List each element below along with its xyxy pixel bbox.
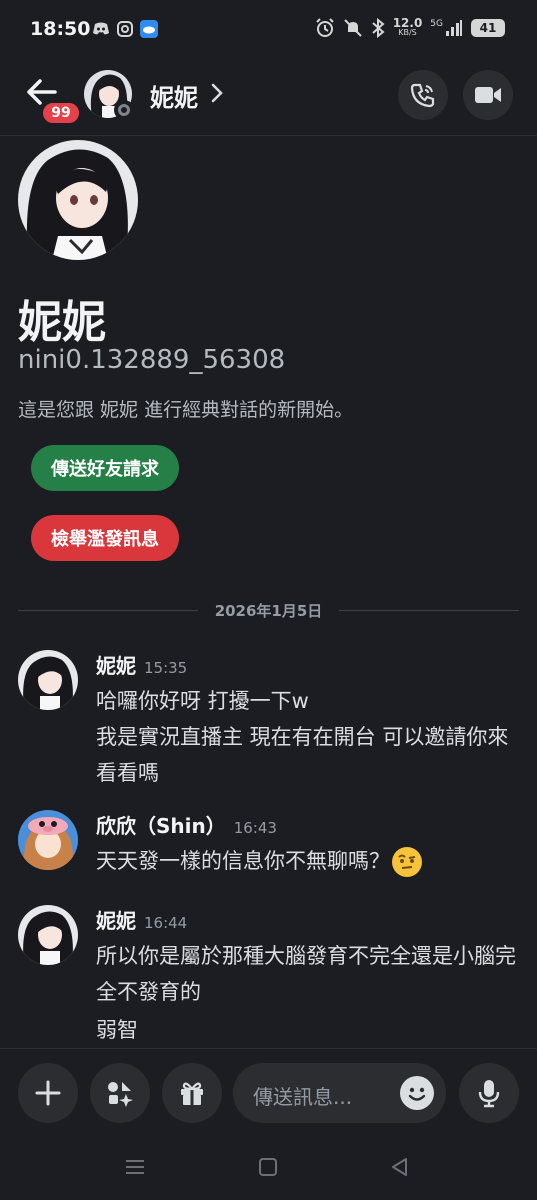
message-avatar[interactable] [18,650,78,710]
message-line: 哈囉你好呀 打擾一下w [96,689,309,713]
net-speed: 12.0 KB/S [392,16,423,38]
apps-icon [108,1082,133,1107]
bluetooth-icon [372,18,385,38]
message-group[interactable]: 妮妮 16:44 所以你是屬於那種大腦發育不完全還是小腦完全不發育的 弱智 [18,905,523,1045]
microphone-icon [478,1080,500,1108]
message-content: 所以你是屬於那種大腦發育不完全還是小腦完全不發育的 弱智 [96,938,526,1048]
apps-button[interactable] [90,1063,150,1123]
video-camera-icon [475,87,501,103]
gift-icon [181,1082,203,1105]
discord-icon [92,20,110,38]
message-timestamp: 16:43 [233,819,277,837]
message-header: 欣欣（Shin） 16:43 [96,810,277,839]
message-line: 我是實況直播主 現在有在開台 可以邀請你來看看嗎 [96,725,509,785]
profile-avatar[interactable] [18,140,138,260]
status-bar: 18:50 12.0 KB/S 5G 41 [0,0,537,62]
triangle-back-icon [392,1158,407,1176]
menu-icon [126,1160,144,1174]
message-author[interactable]: 欣欣（Shin） [96,814,226,838]
alarm-icon [315,18,334,37]
message-input[interactable]: 傳送訊息... [233,1063,446,1123]
dm-screen: 18:50 12.0 KB/S 5G 41 99 妮妮 妮妮 nini0.132… [0,0,537,1200]
message-content: 哈囉你好呀 打擾一下w 我是實況直播主 現在有在開台 可以邀請你來看看嗎 [96,683,526,791]
message-author[interactable]: 妮妮 [96,909,136,933]
message-line: 天天發一樣的信息你不無聊嗎？ [96,849,390,873]
date-divider-label: 2026年1月5日 [214,602,323,620]
notification-icons [92,20,158,38]
mute-bell-icon [343,19,362,37]
message-header: 妮妮 16:44 [96,905,187,934]
message-group[interactable]: 欣欣（Shin） 16:43 天天發一樣的信息你不無聊嗎？ [18,810,523,880]
unread-badge: 99 [40,100,82,126]
voice-message-button[interactable] [459,1063,519,1123]
square-icon [259,1158,277,1176]
net-speed-unit: KB/S [398,28,417,37]
profile-username: nini0.132889_56308 [18,345,286,375]
message-avatar[interactable] [18,905,78,965]
message-line: 弱智 [96,1018,138,1042]
plus-icon [35,1080,61,1106]
net-speed-value: 12.0 [392,16,423,30]
battery-icon: 41 [471,19,505,37]
phone-icon [410,83,435,108]
system-icons: 12.0 KB/S 5G 41 [315,16,505,38]
message-line: 所以你是屬於那種大腦發育不完全還是小腦完全不發育的 [96,944,516,1004]
header-name[interactable]: 妮妮 [150,78,198,113]
status-time: 18:50 [30,18,91,40]
raised-eyebrow-emoji-icon [392,847,422,877]
message-timestamp: 15:35 [144,659,188,677]
message-timestamp: 16:44 [144,914,188,932]
profile-display-name: 妮妮 [18,297,106,348]
emoji-picker-button[interactable] [400,1076,434,1110]
system-nav-bar [0,1138,537,1200]
report-spam-button[interactable]: 檢舉濫發訊息 [31,515,179,561]
message-input-placeholder: 傳送訊息... [253,1085,353,1109]
add-attachment-button[interactable] [18,1063,78,1123]
message-author[interactable]: 妮妮 [96,654,136,678]
chevron-right-icon[interactable] [210,82,224,108]
send-friend-request-button[interactable]: 傳送好友請求 [31,445,179,491]
conversation-intro-text: 這是您跟 妮妮 進行經典對話的新開始。 [18,399,354,421]
dm-header: 99 妮妮 [0,62,537,136]
voice-call-button[interactable] [398,70,448,120]
battery-level: 41 [479,21,497,35]
video-call-button[interactable] [463,70,513,120]
gift-button[interactable] [162,1063,222,1123]
message-line-wrapper: 天天發一樣的信息你不無聊嗎？ [96,843,526,879]
message-avatar[interactable] [18,810,78,870]
weather-app-icon [140,20,158,38]
nav-back-button[interactable] [390,1157,410,1181]
network-type: 5G [430,19,443,29]
message-header: 妮妮 15:35 [96,650,187,679]
signal-icon: 5G [430,19,463,37]
message-content: 天天發一樣的信息你不無聊嗎？ [96,843,526,879]
smiley-icon [401,1077,433,1109]
recent-apps-button[interactable] [124,1158,146,1180]
home-button[interactable] [258,1157,278,1181]
date-divider: 2026年1月5日 [18,598,519,622]
message-composer: 傳送訊息... [0,1048,537,1138]
message-group[interactable]: 妮妮 15:35 哈囉你好呀 打擾一下w 我是實況直播主 現在有在開台 可以邀請你… [18,650,523,785]
instagram-icon [116,20,134,38]
offline-status-icon [114,100,134,120]
